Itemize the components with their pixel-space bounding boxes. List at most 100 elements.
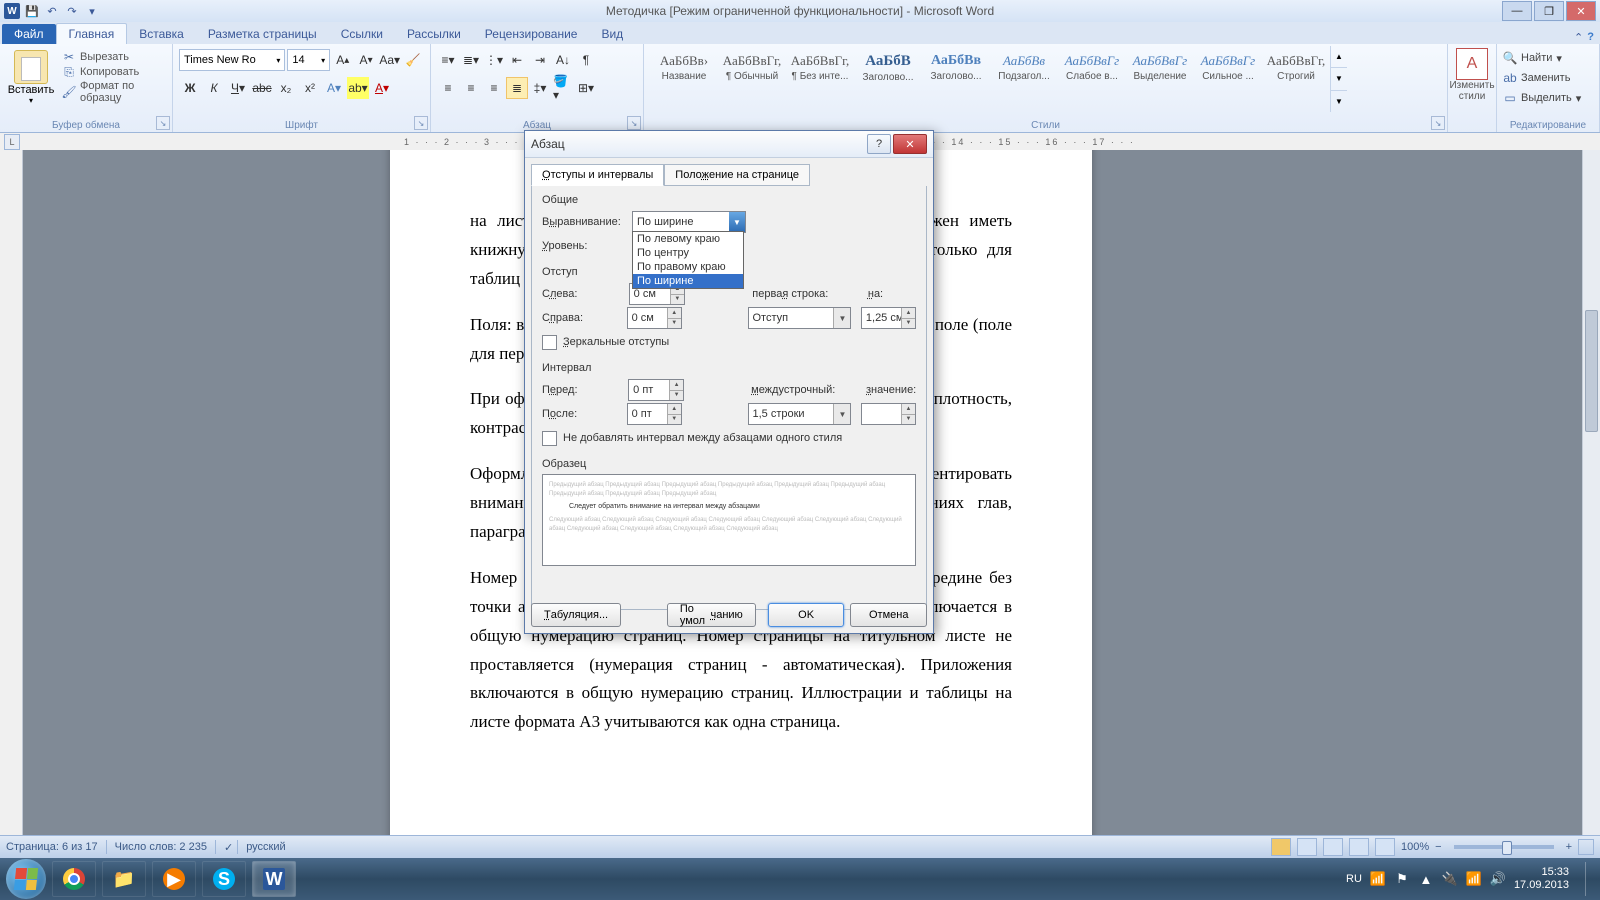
- tabs-button[interactable]: Табуляция...: [531, 603, 621, 627]
- text-effects-button[interactable]: A▾: [323, 77, 345, 99]
- taskbar-media[interactable]: ▶: [152, 861, 196, 897]
- tray-network-icon[interactable]: 📶: [1370, 871, 1386, 887]
- style-item[interactable]: АаБбВвГгСильное ...: [1194, 46, 1262, 112]
- copy-button[interactable]: ⎘Копировать: [62, 65, 166, 79]
- view-print-layout[interactable]: [1271, 838, 1291, 856]
- font-size-combo[interactable]: 14▾: [287, 49, 330, 71]
- zoom-slider[interactable]: [1454, 845, 1554, 849]
- subscript-button[interactable]: x₂: [275, 77, 297, 99]
- bullets-button[interactable]: ≡▾: [437, 49, 459, 71]
- taskbar-explorer[interactable]: 📁: [102, 861, 146, 897]
- style-item[interactable]: АаБбВвГг,¶ Без инте...: [786, 46, 854, 112]
- alignment-combo[interactable]: По ширине▼ По левому краю По центру По п…: [632, 211, 746, 233]
- proofing-icon[interactable]: ✓: [224, 841, 233, 854]
- taskbar-skype[interactable]: S: [202, 861, 246, 897]
- vertical-scrollbar[interactable]: [1582, 150, 1600, 870]
- linespacing-combo[interactable]: 1,5 строки▼: [748, 403, 852, 425]
- at-spinner[interactable]: ▲▼: [861, 403, 916, 425]
- before-spinner[interactable]: 0 пт▲▼: [628, 379, 684, 401]
- taskbar-word[interactable]: W: [252, 861, 296, 897]
- view-draft[interactable]: [1375, 838, 1395, 856]
- zoom-thumb[interactable]: [1502, 841, 1512, 855]
- start-button[interactable]: [6, 859, 46, 899]
- styles-more[interactable]: ▼: [1331, 91, 1347, 112]
- tray-language[interactable]: RU: [1346, 873, 1362, 885]
- style-item[interactable]: АаБбВвГг,¶ Обычный: [718, 46, 786, 112]
- style-item[interactable]: АаБбВвГг,Строгий: [1262, 46, 1330, 112]
- dd-option-justify[interactable]: По ширине: [633, 274, 743, 288]
- shrink-font-button[interactable]: A▾: [355, 49, 376, 71]
- shading-button[interactable]: 🪣▾: [552, 77, 574, 99]
- align-center-button[interactable]: ≡: [460, 77, 482, 99]
- tray-up-icon[interactable]: ▲: [1418, 871, 1434, 887]
- ribbon-minimize-icon[interactable]: ⌃: [1574, 31, 1583, 44]
- find-button[interactable]: 🔍Найти ▾: [1503, 48, 1593, 68]
- ok-button[interactable]: OK: [768, 603, 845, 627]
- tab-mailings[interactable]: Рассылки: [395, 24, 473, 44]
- italic-button[interactable]: К: [203, 77, 225, 99]
- dialog-tab-indents[interactable]: Отступы и интервалы: [531, 164, 664, 186]
- tray-action-icon[interactable]: ⚑: [1394, 871, 1410, 887]
- minimize-button[interactable]: —: [1502, 1, 1532, 21]
- font-color-button[interactable]: A▾: [371, 77, 393, 99]
- highlight-button[interactable]: ab▾: [347, 77, 369, 99]
- tab-references[interactable]: Ссылки: [329, 24, 395, 44]
- style-item[interactable]: АаБбВвЗаголово...: [922, 46, 990, 112]
- dd-option-center[interactable]: По центру: [633, 246, 743, 260]
- view-web[interactable]: [1323, 838, 1343, 856]
- by-spinner[interactable]: 1,25 см▲▼: [861, 307, 916, 329]
- align-left-button[interactable]: ≡: [437, 77, 459, 99]
- zoom-level[interactable]: 100%: [1401, 841, 1429, 853]
- styles-down[interactable]: ▼: [1331, 68, 1347, 90]
- dialog-tab-position[interactable]: Положение на странице: [664, 164, 810, 186]
- tray-clock[interactable]: 15:33 17.09.2013: [1514, 866, 1577, 892]
- mirror-checkbox[interactable]: [542, 335, 557, 350]
- help-icon[interactable]: ?: [1587, 31, 1594, 44]
- zoom-out-button[interactable]: −: [1435, 841, 1441, 853]
- decrease-indent-button[interactable]: ⇤: [506, 49, 528, 71]
- zoom-in-button[interactable]: +: [1566, 841, 1572, 853]
- style-item[interactable]: АаБбВв›Название: [650, 46, 718, 112]
- numbering-button[interactable]: ≣▾: [460, 49, 482, 71]
- dialog-title-bar[interactable]: Абзац ? ✕: [525, 131, 933, 158]
- view-fullscreen[interactable]: [1297, 838, 1317, 856]
- show-desktop-button[interactable]: [1585, 862, 1594, 896]
- dd-option-left[interactable]: По левому краю: [633, 232, 743, 246]
- dd-option-right[interactable]: По правому краю: [633, 260, 743, 274]
- borders-button[interactable]: ⊞▾: [575, 77, 597, 99]
- dialog-help-button[interactable]: ?: [867, 134, 891, 154]
- redo-icon[interactable]: ↷: [64, 3, 80, 19]
- maximize-button[interactable]: ❐: [1534, 1, 1564, 21]
- superscript-button[interactable]: x²: [299, 77, 321, 99]
- line-spacing-button[interactable]: ‡▾: [529, 77, 551, 99]
- status-language[interactable]: русский: [246, 841, 285, 853]
- format-painter-button[interactable]: 🖌Формат по образцу: [62, 80, 166, 104]
- taskbar-chrome[interactable]: [52, 861, 96, 897]
- tab-selector[interactable]: L: [4, 134, 20, 150]
- increase-indent-button[interactable]: ⇥: [529, 49, 551, 71]
- style-item[interactable]: АаБбВвГгВыделение: [1126, 46, 1194, 112]
- cancel-button[interactable]: Отмена: [850, 603, 927, 627]
- style-item[interactable]: АаБбВЗаголово...: [854, 46, 922, 112]
- qat-dropdown-icon[interactable]: ▾: [84, 3, 100, 19]
- tab-file[interactable]: Файл: [2, 24, 56, 44]
- status-page[interactable]: Страница: 6 из 17: [6, 841, 98, 853]
- tab-view[interactable]: Вид: [589, 24, 635, 44]
- justify-button[interactable]: ≣: [506, 77, 528, 99]
- status-words[interactable]: Число слов: 2 235: [115, 841, 207, 853]
- select-button[interactable]: ▭Выделить ▾: [1503, 88, 1593, 108]
- tray-power-icon[interactable]: 🔌: [1442, 871, 1458, 887]
- firstline-combo[interactable]: Отступ▼: [748, 307, 852, 329]
- right-indent-spinner[interactable]: 0 см▲▼: [627, 307, 682, 329]
- styles-launcher[interactable]: ↘: [1431, 116, 1445, 130]
- tab-home[interactable]: Главная: [56, 23, 128, 44]
- change-case-button[interactable]: Aa▾: [379, 49, 401, 71]
- multilevel-button[interactable]: ⋮▾: [483, 49, 505, 71]
- align-right-button[interactable]: ≡: [483, 77, 505, 99]
- noadd-checkbox[interactable]: [542, 431, 557, 446]
- paragraph-launcher[interactable]: ↘: [627, 116, 641, 130]
- after-spinner[interactable]: 0 пт▲▼: [627, 403, 682, 425]
- underline-button[interactable]: Ч▾: [227, 77, 249, 99]
- style-item[interactable]: АаБбВвГгСлабое в...: [1058, 46, 1126, 112]
- scrollbar-thumb[interactable]: [1585, 310, 1598, 432]
